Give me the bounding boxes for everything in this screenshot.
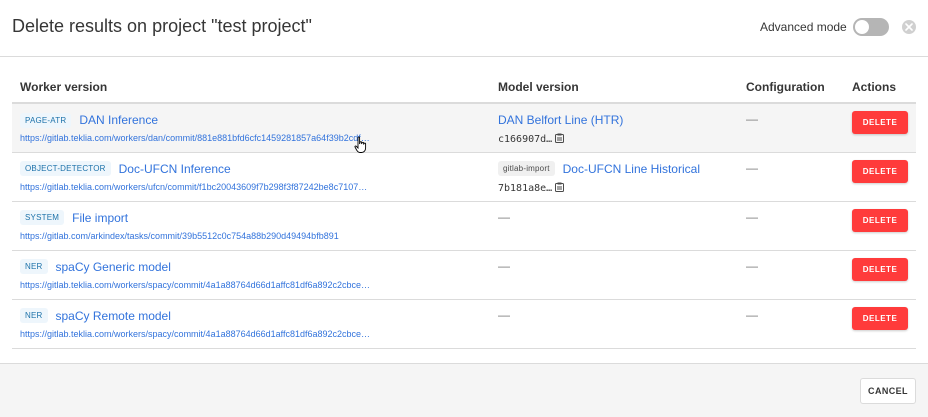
- header-worker-version: Worker version: [12, 72, 490, 104]
- delete-button[interactable]: DELETE: [852, 208, 908, 232]
- advanced-mode-toggle[interactable]: [852, 18, 889, 36]
- delete-button[interactable]: DELETE: [852, 159, 908, 183]
- model-value: —: [498, 258, 510, 273]
- model-cell: DAN Belfort Line (HTR) c166907d…: [490, 103, 738, 153]
- model-cell: —: [490, 201, 738, 251]
- config-cell: —: [738, 299, 844, 349]
- worker-cell: NER spaCy Generic model https://gitlab.t…: [12, 250, 490, 300]
- advanced-mode-label: Advanced mode: [760, 20, 847, 34]
- worker-cell: NER spaCy Remote model https://gitlab.te…: [12, 299, 490, 349]
- actions-cell: DELETE: [844, 152, 916, 202]
- results-table: Worker version Model version Configurati…: [12, 72, 916, 349]
- table-row: NER spaCy Generic model https://gitlab.t…: [12, 250, 916, 300]
- model-hash: c166907d…: [498, 134, 553, 145]
- actions-cell: DELETE: [844, 103, 916, 153]
- toggle-knob: [854, 20, 869, 34]
- cancel-button[interactable]: CANCEL: [860, 378, 916, 404]
- close-icon[interactable]: [902, 20, 916, 34]
- table-row: OBJECT-DETECTOR Doc-UFCN Inference https…: [12, 152, 916, 202]
- worker-type-tag: PAGE-ATR: [20, 112, 72, 128]
- actions-cell: DELETE: [844, 201, 916, 251]
- config-value: —: [746, 258, 758, 273]
- model-cell: —: [490, 299, 738, 349]
- model-name-link[interactable]: Doc-UFCN Line Historical: [563, 162, 700, 176]
- table-row: NER spaCy Remote model https://gitlab.te…: [12, 299, 916, 349]
- actions-cell: DELETE: [844, 299, 916, 349]
- delete-button[interactable]: DELETE: [852, 111, 908, 134]
- worker-name-link[interactable]: Doc-UFCN Inference: [119, 162, 231, 176]
- model-cell: gitlab-import Doc-UFCN Line Historical 7…: [490, 152, 738, 202]
- delete-button[interactable]: DELETE: [852, 257, 908, 281]
- model-source-tag: gitlab-import: [498, 161, 555, 176]
- worker-type-tag: NER: [20, 259, 48, 274]
- worker-type-tag: OBJECT-DETECTOR: [20, 161, 111, 176]
- model-name-link[interactable]: DAN Belfort Line (HTR): [498, 113, 623, 127]
- table-header-row: Worker version Model version Configurati…: [12, 72, 916, 104]
- clipboard-icon[interactable]: [555, 182, 565, 195]
- worker-commit-link[interactable]: https://gitlab.com/arkindex/tasks/commit…: [20, 231, 482, 241]
- worker-name-link[interactable]: DAN Inference: [79, 113, 158, 127]
- config-value: —: [746, 160, 758, 175]
- table-row: SYSTEM File import https://gitlab.com/ar…: [12, 201, 916, 251]
- delete-button[interactable]: DELETE: [852, 306, 908, 330]
- advanced-mode: Advanced mode: [760, 18, 889, 36]
- model-value: —: [498, 307, 510, 322]
- header-configuration: Configuration: [738, 72, 844, 104]
- worker-cell: SYSTEM File import https://gitlab.com/ar…: [12, 201, 490, 251]
- worker-commit-link[interactable]: https://gitlab.teklia.com/workers/spacy/…: [20, 329, 482, 339]
- model-value: —: [498, 209, 510, 224]
- config-value: —: [746, 307, 758, 322]
- model-hash: 7b181a8e…: [498, 182, 553, 194]
- config-cell: —: [738, 201, 844, 251]
- model-cell: —: [490, 250, 738, 300]
- config-value: —: [746, 112, 758, 126]
- header-model-version: Model version: [490, 72, 738, 104]
- modal-body: Worker version Model version Configurati…: [12, 72, 916, 349]
- worker-name-link[interactable]: spaCy Generic model: [56, 260, 171, 274]
- worker-commit-link[interactable]: https://gitlab.teklia.com/workers/spacy/…: [20, 280, 482, 290]
- modal-footer: CANCEL: [0, 363, 928, 417]
- config-cell: —: [738, 103, 844, 153]
- table-row: PAGE-ATR DAN Inference https://gitlab.te…: [12, 103, 916, 153]
- config-value: —: [746, 209, 758, 224]
- worker-commit-link[interactable]: https://gitlab.teklia.com/workers/ufcn/c…: [20, 182, 482, 192]
- clipboard-icon[interactable]: [555, 133, 565, 146]
- worker-name-link[interactable]: File import: [72, 211, 128, 225]
- worker-cell: OBJECT-DETECTOR Doc-UFCN Inference https…: [12, 152, 490, 202]
- config-cell: —: [738, 152, 844, 202]
- modal-header: Delete results on project "test project"…: [0, 0, 928, 57]
- worker-commit-link[interactable]: https://gitlab.teklia.com/workers/dan/co…: [20, 133, 482, 143]
- header-actions: Actions: [844, 72, 916, 104]
- hand-pointer-icon: [354, 136, 367, 153]
- config-cell: —: [738, 250, 844, 300]
- worker-type-tag: SYSTEM: [20, 210, 65, 225]
- worker-cell: PAGE-ATR DAN Inference https://gitlab.te…: [12, 103, 490, 153]
- actions-cell: DELETE: [844, 250, 916, 300]
- modal-title: Delete results on project "test project": [12, 16, 312, 36]
- worker-type-tag: NER: [20, 308, 48, 323]
- worker-name-link[interactable]: spaCy Remote model: [56, 309, 171, 323]
